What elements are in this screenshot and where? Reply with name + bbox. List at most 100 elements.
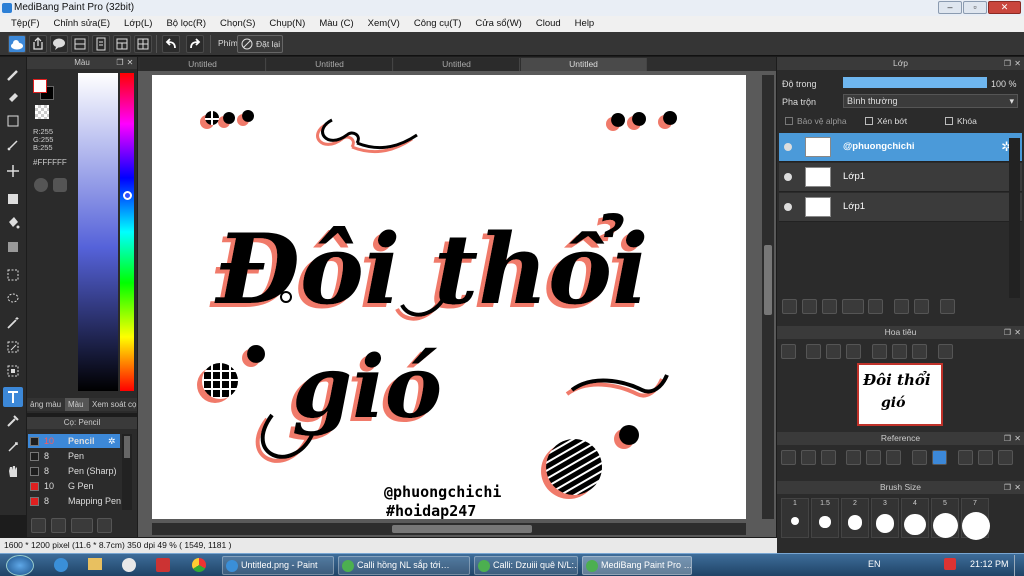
panel-float-icon[interactable]: ❐ (1004, 434, 1011, 443)
color-swap-icon[interactable] (53, 178, 67, 192)
zoom-out-icon[interactable] (846, 344, 861, 359)
taskbar-item-active[interactable]: MediBang Paint Pro … (582, 556, 692, 575)
pen-tool-icon[interactable] (3, 135, 23, 155)
brush-file-icon[interactable] (97, 518, 112, 533)
reference-cloud-icon[interactable] (781, 450, 796, 465)
fit-icon[interactable] (826, 344, 841, 359)
show-desktop-button[interactable] (1014, 555, 1024, 576)
move-tool-icon[interactable] (3, 161, 23, 181)
new-1bit-layer-icon[interactable] (822, 299, 837, 314)
paint-icon[interactable] (156, 558, 170, 572)
panel-close-icon[interactable]: ✕ (1014, 328, 1021, 337)
ie-icon[interactable] (54, 558, 68, 572)
panel-layout-icon[interactable] (113, 35, 131, 53)
undo-icon[interactable] (162, 35, 180, 53)
start-button[interactable] (6, 555, 34, 576)
new-brush-icon[interactable] (51, 518, 66, 533)
explorer-icon[interactable] (88, 558, 102, 570)
menu-edit[interactable]: Chỉnh sửa(E) (47, 16, 118, 32)
menu-window[interactable]: Cửa sổ(W) (468, 16, 528, 32)
menu-select[interactable]: Chọn(S) (213, 16, 262, 32)
navigator-thumbnail[interactable]: Đôi thổi gió (857, 363, 943, 426)
vertical-scrollbar[interactable] (762, 75, 774, 519)
brush-item[interactable]: 8 Pen (Sharp) (28, 464, 120, 478)
horizontal-scroll-thumb[interactable] (392, 525, 532, 533)
transparent-swatch[interactable] (35, 105, 49, 119)
tab-document-active[interactable]: Untitled (521, 58, 647, 71)
menu-filter[interactable]: Bộ lọc(R) (159, 16, 213, 32)
tab-brush-control[interactable]: Xem soát cọ (89, 398, 137, 411)
reference-rotate-right-icon[interactable] (998, 450, 1013, 465)
blend-mode-select[interactable]: Bình thường ▾ (843, 94, 1018, 108)
flip-icon[interactable] (938, 344, 953, 359)
reference-hand-icon[interactable] (932, 450, 947, 465)
rotate-left-icon[interactable] (872, 344, 887, 359)
menu-file[interactable]: Tệp(F) (4, 16, 47, 32)
reference-zoom-out-icon[interactable] (886, 450, 901, 465)
zoom-in-alt-icon[interactable] (806, 344, 821, 359)
brush-size-option[interactable]: 1.5 (811, 498, 839, 538)
palette-icon[interactable] (34, 178, 48, 192)
protect-alpha-checkbox[interactable] (785, 117, 793, 125)
panel-float-icon[interactable]: ❐ (116, 59, 124, 67)
menu-snap[interactable]: Chụp(N) (262, 16, 312, 32)
duplicate-layer-icon[interactable] (894, 299, 909, 314)
select-pen-icon[interactable] (3, 337, 23, 357)
menu-help[interactable]: Help (568, 16, 602, 32)
share-icon[interactable] (29, 35, 47, 53)
reference-zoom-in-icon[interactable] (846, 450, 861, 465)
add-brush-icon[interactable] (31, 518, 46, 533)
layer-row[interactable]: @phuongchichi ✲ (779, 133, 1022, 162)
opacity-slider[interactable] (843, 77, 987, 88)
foreground-color-swatch[interactable] (33, 79, 47, 93)
brush-size-option[interactable]: 2 (841, 498, 869, 538)
panel-close-icon[interactable]: ✕ (1014, 483, 1021, 492)
brush-size-option[interactable]: 1 (781, 498, 809, 538)
close-button[interactable]: ✕ (988, 1, 1021, 14)
reset-button[interactable]: Đặt lại (237, 35, 283, 53)
add-layer-menu-icon[interactable] (842, 299, 864, 314)
menu-layer[interactable]: Lớp(L) (117, 16, 159, 32)
layer-row[interactable]: Lớp1 (779, 163, 1022, 192)
reference-reset-icon[interactable] (978, 450, 993, 465)
reference-open-icon[interactable] (801, 450, 816, 465)
media-icon[interactable] (122, 558, 136, 572)
operation-tool-icon[interactable] (3, 437, 23, 457)
brush-tool-icon[interactable] (3, 65, 23, 85)
hue-slider[interactable] (120, 73, 134, 391)
delete-layer-icon[interactable] (940, 299, 955, 314)
reference-rotate-left-icon[interactable] (958, 450, 973, 465)
hand-tool-icon[interactable] (3, 461, 23, 481)
color-saturation-box[interactable] (78, 73, 118, 391)
taskbar-item[interactable]: Untitled.png - Paint (222, 556, 334, 575)
taskbar-item[interactable]: Calli: Dzuiii quê N/L:… (474, 556, 578, 575)
visibility-eye-icon[interactable] (784, 173, 792, 181)
lock-checkbox[interactable] (945, 117, 953, 125)
maximize-button[interactable]: ▫ (963, 1, 987, 14)
horizontal-scrollbar[interactable] (152, 523, 746, 535)
brush-list-scrollbar[interactable] (122, 434, 132, 510)
comment-icon[interactable] (50, 35, 68, 53)
tab-document[interactable]: Untitled (140, 58, 266, 71)
new-layer-icon[interactable] (782, 299, 797, 314)
panel-float-icon[interactable]: ❐ (1004, 483, 1011, 492)
merge-layer-icon[interactable] (914, 299, 929, 314)
brush-menu-icon[interactable] (71, 518, 93, 533)
redo-icon[interactable] (186, 35, 204, 53)
folder-icon[interactable] (868, 299, 883, 314)
bucket-tool-icon[interactable] (3, 213, 23, 233)
layer-scrollbar[interactable] (1009, 138, 1020, 298)
brush-item[interactable]: 8 Pen (28, 449, 120, 463)
select-eraser-icon[interactable] (3, 361, 23, 381)
reference-dropper-icon[interactable] (912, 450, 927, 465)
menu-tools[interactable]: Công cụ(T) (407, 16, 469, 32)
tab-document[interactable]: Untitled (267, 58, 393, 71)
vertical-scroll-thumb[interactable] (764, 245, 772, 315)
new-halftone-layer-icon[interactable] (802, 299, 817, 314)
tab-color[interactable]: Màu (65, 398, 89, 411)
tab-document[interactable]: Untitled (394, 58, 520, 71)
gradient-tool-icon[interactable] (3, 237, 23, 257)
brush-item[interactable]: 8 Mapping Pen (28, 494, 121, 508)
brush-settings-gear-icon[interactable]: ✲ (108, 434, 116, 448)
brush-item[interactable]: 10 G Pen (28, 479, 120, 493)
